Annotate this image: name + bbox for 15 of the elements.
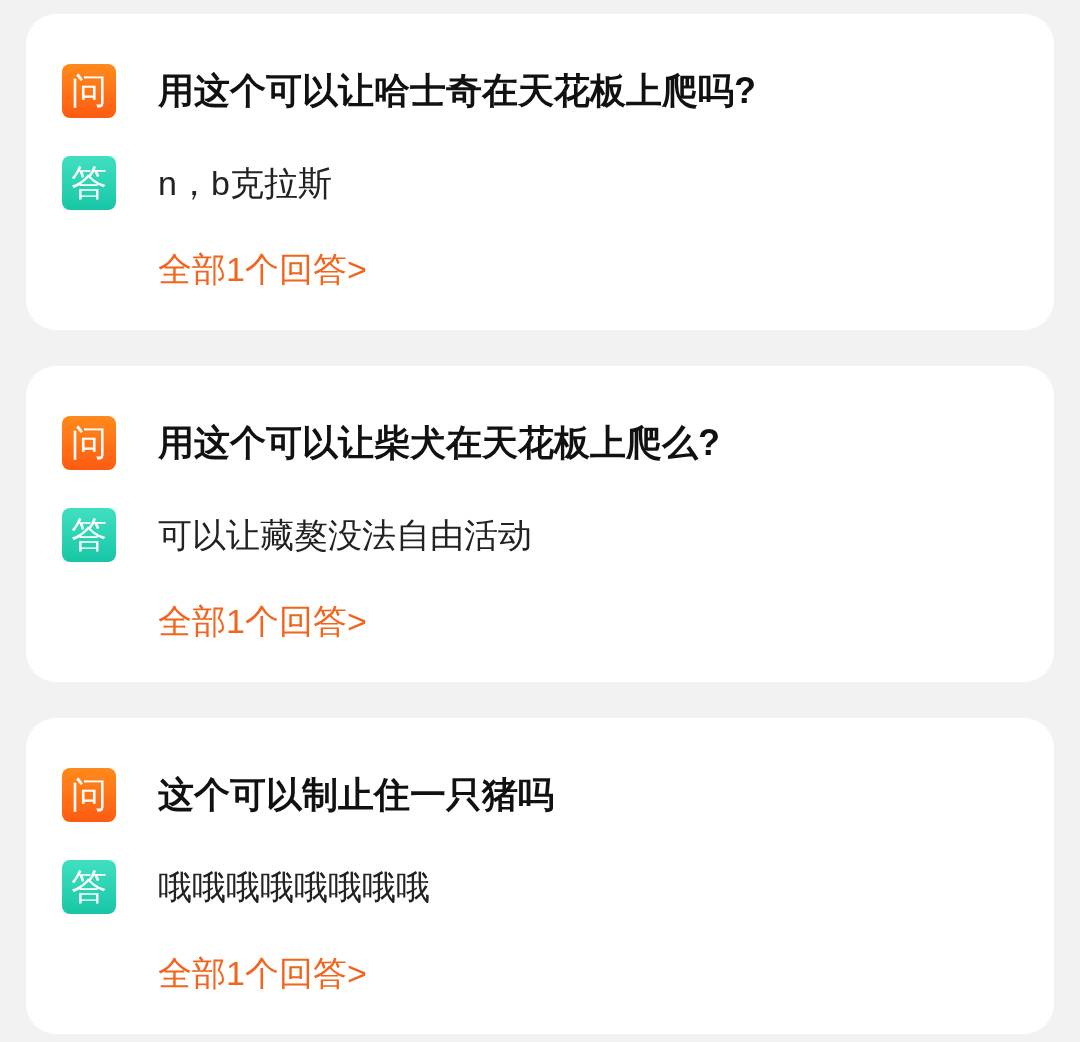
question-badge: 问 [62,416,116,470]
answer-badge: 答 [62,508,116,562]
all-answers-link[interactable]: 全部1个回答> [158,948,367,999]
answer-text: 哦哦哦哦哦哦哦哦 [158,866,430,908]
question-text: 用这个可以让柴犬在天花板上爬么? [158,421,720,465]
question-text: 用这个可以让哈士奇在天花板上爬吗? [158,69,756,113]
all-answers-link[interactable]: 全部1个回答> [158,596,367,647]
answer-badge: 答 [62,860,116,914]
answer-badge: 答 [62,156,116,210]
answer-text: 可以让藏獒没法自由活动 [158,514,532,556]
question-badge: 问 [62,64,116,118]
question-text: 这个可以制止住一只猪吗 [158,773,554,817]
question-badge: 问 [62,768,116,822]
answer-text: n，b克拉斯 [158,162,332,204]
all-answers-link[interactable]: 全部1个回答> [158,244,367,295]
